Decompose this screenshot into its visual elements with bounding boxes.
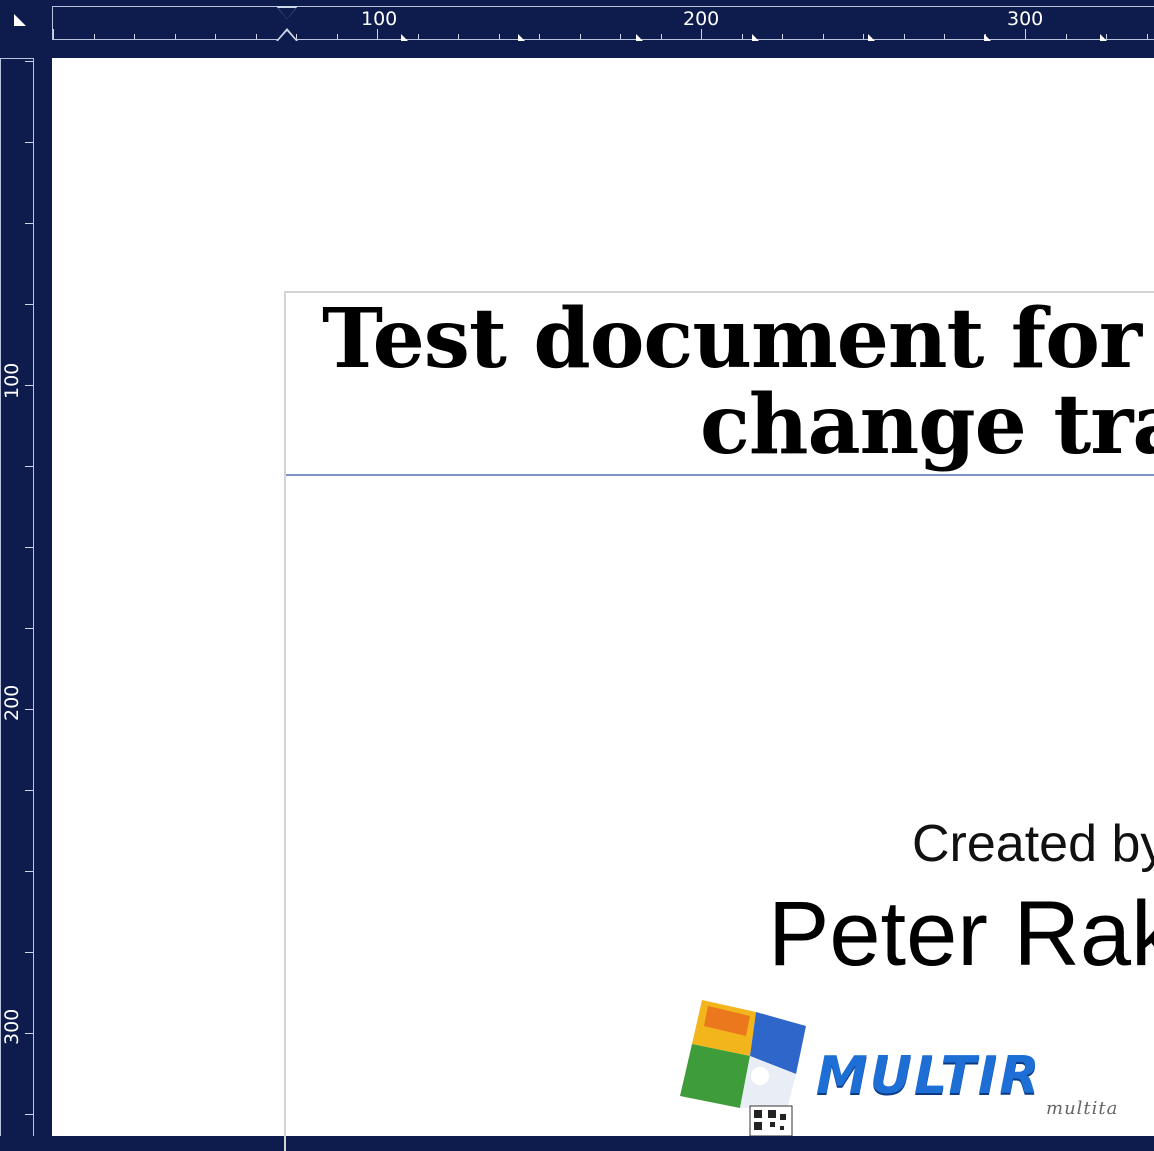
brand-logo-text: MULTIR	[816, 1046, 1042, 1106]
v-ruler-label-200: 200	[1, 684, 23, 721]
h-ruler-tick	[580, 34, 581, 39]
h-ruler-tick	[418, 34, 419, 39]
h-ruler-tick	[620, 34, 621, 39]
v-ruler-tick	[25, 142, 33, 143]
h-ruler-tick	[742, 34, 743, 39]
v-ruler-tick	[25, 790, 33, 791]
h-ruler-tick	[499, 34, 500, 39]
document-title-line-1: Test document for r	[322, 291, 1154, 387]
v-ruler-tick	[25, 1033, 33, 1034]
v-ruler-tick	[25, 61, 33, 62]
h-ruler-tick	[1025, 29, 1026, 39]
v-ruler-tick	[25, 466, 33, 467]
document-title-line-2: change tra	[700, 377, 1154, 473]
title-divider	[286, 474, 1154, 476]
puzzle-logo-icon	[664, 996, 814, 1137]
created-by-label: Created by	[912, 815, 1154, 873]
tab-stop-marker[interactable]	[752, 34, 759, 41]
h-ruler-tick	[782, 34, 783, 39]
v-ruler-label-300: 300	[1, 1008, 23, 1045]
author-name: Peter Rak	[768, 883, 1154, 985]
h-ruler-label-200: 200	[683, 8, 720, 30]
h-ruler-tick	[256, 34, 257, 39]
h-ruler-tick	[863, 34, 864, 39]
tab-stop-marker[interactable]	[868, 34, 875, 41]
v-ruler-tick	[25, 871, 33, 872]
tab-stop-marker[interactable]	[984, 34, 991, 41]
v-ruler-tick	[25, 628, 33, 629]
v-ruler-tick	[25, 1114, 33, 1115]
h-ruler-tick	[215, 34, 216, 39]
h-ruler-tick	[823, 34, 824, 39]
ruler-corner-icon[interactable]	[14, 14, 26, 26]
h-ruler-tick	[134, 34, 135, 39]
h-ruler-tick	[94, 34, 95, 39]
v-ruler-tick	[25, 223, 33, 224]
h-ruler-tick	[1066, 34, 1067, 39]
ruler-corner[interactable]	[0, 0, 52, 58]
h-ruler-label-100: 100	[361, 8, 398, 30]
v-ruler-label-100: 100	[1, 362, 23, 399]
v-ruler-tick	[25, 952, 33, 953]
brand-tagline: multita	[1046, 1098, 1119, 1119]
h-ruler-tick	[377, 29, 378, 39]
v-ruler-tick	[25, 547, 33, 548]
h-ruler-tick	[337, 34, 338, 39]
left-indent-inner	[278, 31, 296, 41]
h-ruler-tick	[539, 34, 540, 39]
h-ruler-tick	[661, 34, 662, 39]
first-line-indent-inner	[278, 8, 296, 19]
v-ruler-tick	[25, 304, 33, 305]
tab-stop-marker[interactable]	[1100, 34, 1107, 41]
h-ruler-tick	[701, 29, 702, 39]
v-ruler-tick	[25, 385, 33, 386]
h-ruler-tick	[1147, 34, 1148, 39]
h-ruler-tick	[904, 34, 905, 39]
v-ruler-tick	[25, 709, 33, 710]
h-ruler-label-300: 300	[1007, 8, 1044, 30]
vertical-ruler[interactable]: 100 200 300	[0, 58, 34, 1136]
h-ruler-tick	[458, 34, 459, 39]
h-ruler-tick	[53, 29, 54, 39]
tab-stop-marker[interactable]	[518, 34, 525, 41]
h-ruler-tick	[175, 34, 176, 39]
h-ruler-tick	[944, 34, 945, 39]
tab-stop-marker[interactable]	[636, 34, 643, 41]
tab-stop-marker[interactable]	[401, 34, 408, 41]
